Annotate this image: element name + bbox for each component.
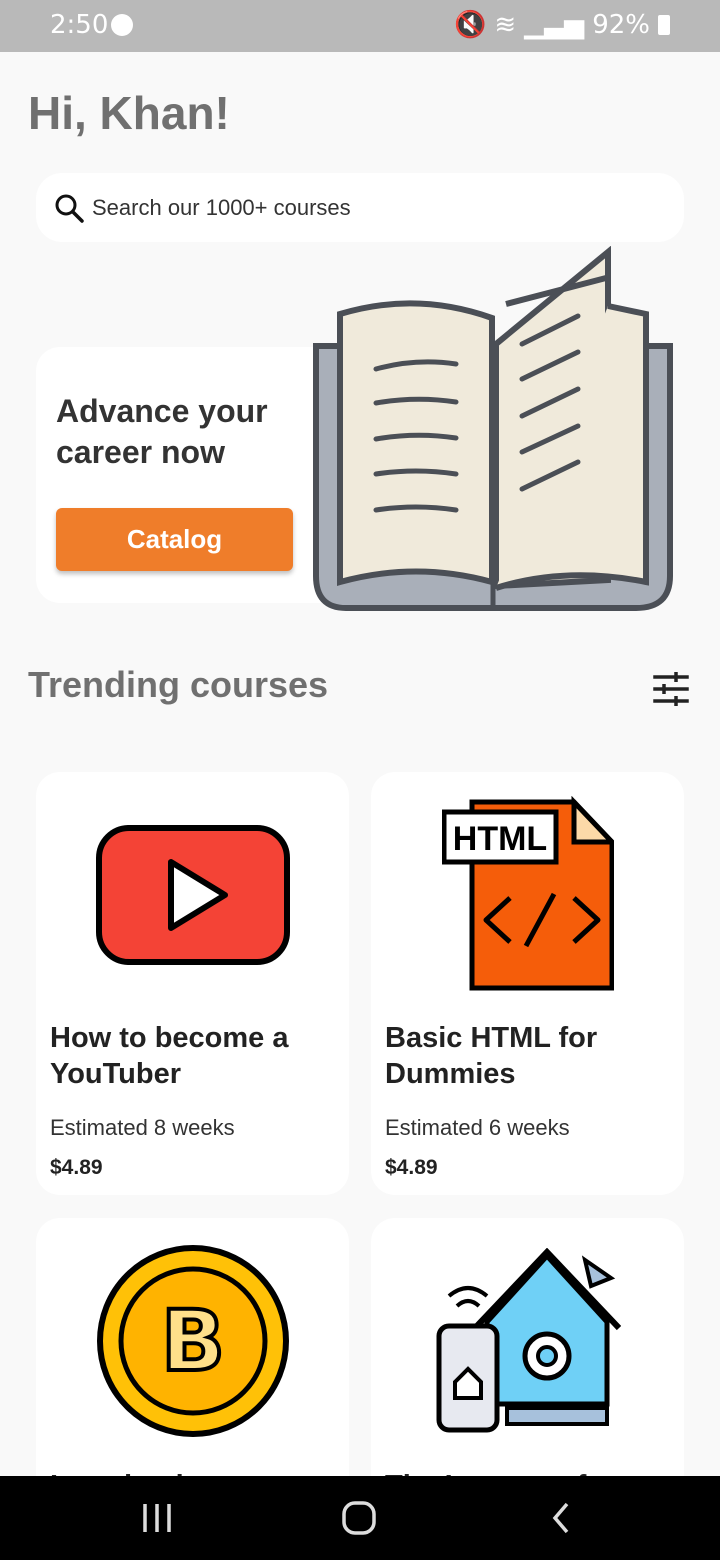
course-card[interactable]: HTML Basic HTML for Dummies Estimated 6 … (371, 772, 684, 1195)
search-bar[interactable]: Search our 1000+ courses (36, 173, 684, 242)
course-title: How to become a YouTuber (50, 1022, 289, 1090)
status-time: 2:50 (50, 10, 109, 40)
search-input[interactable]: Search our 1000+ courses (92, 195, 351, 221)
back-icon[interactable] (541, 1498, 581, 1538)
course-price: $4.89 (385, 1156, 438, 1179)
recent-apps-icon[interactable] (137, 1498, 177, 1538)
html-file-icon: HTML (441, 796, 614, 991)
system-nav-bar (0, 1476, 720, 1560)
mute-icon: 🔇 (454, 10, 487, 40)
home-icon[interactable] (339, 1498, 379, 1538)
course-estimate: Estimated 6 weeks (385, 1115, 570, 1140)
smart-home-icon (436, 1248, 621, 1433)
svg-text:B: B (160, 1292, 224, 1390)
search-icon (55, 194, 84, 223)
bitcoin-icon: B (96, 1245, 289, 1437)
svg-text:HTML: HTML (452, 820, 546, 858)
battery-level: 92% (592, 10, 650, 40)
youtube-icon (95, 825, 290, 965)
battery-icon (658, 15, 670, 35)
catalog-button[interactable]: Catalog (56, 508, 293, 571)
signal-icon: ▁▃▅ (524, 10, 585, 40)
course-price: $4.89 (50, 1156, 103, 1179)
status-bar: 2:50 🔇 ≋ ▁▃▅ 92% (0, 0, 720, 52)
wifi-icon: ≋ (494, 10, 517, 40)
greeting-title: Hi, Khan! (28, 87, 230, 139)
course-card[interactable]: How to become a YouTuber Estimated 8 wee… (36, 772, 349, 1195)
course-title: Basic HTML for Dummies (385, 1022, 598, 1090)
filter-icon[interactable] (652, 670, 690, 708)
notification-icon (111, 14, 133, 36)
open-book-illustration (313, 246, 673, 611)
status-indicators: 🔇 ≋ ▁▃▅ 92% (454, 10, 670, 40)
course-estimate: Estimated 8 weeks (50, 1115, 235, 1140)
promo-title: Advance your career now (56, 393, 268, 470)
section-title: Trending courses (28, 664, 329, 705)
